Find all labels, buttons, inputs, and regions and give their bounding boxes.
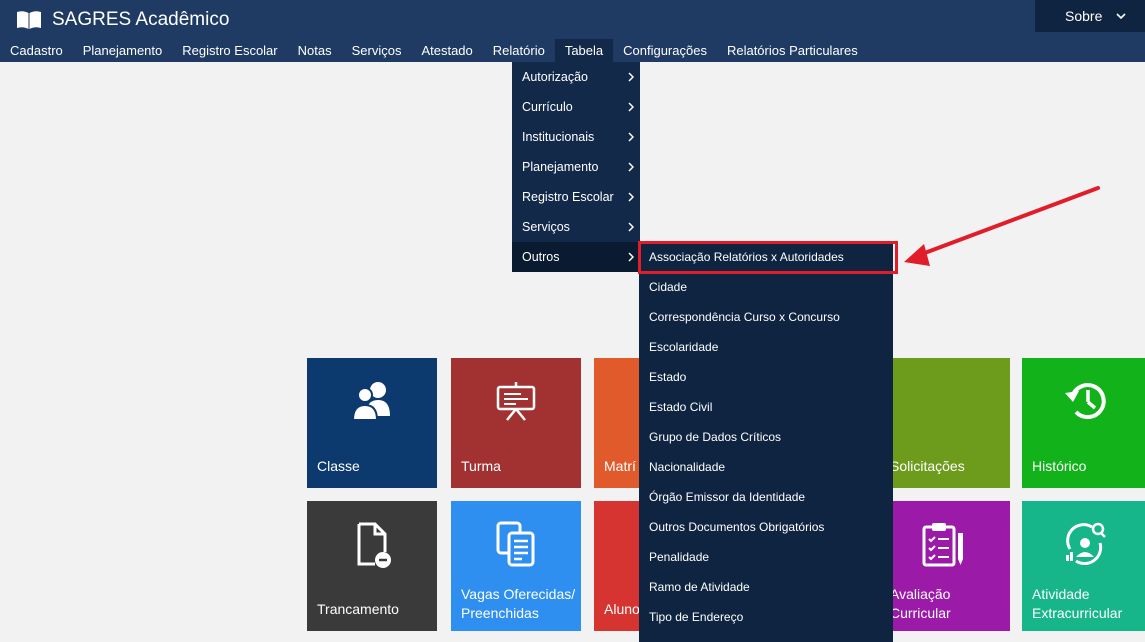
chevron-right-icon (628, 132, 634, 142)
tile-avaliacao-label: Avaliação Curricular (890, 586, 951, 621)
submenu-item-escolaridade[interactable]: Escolaridade (639, 332, 893, 362)
clipboard-checklist-icon (922, 523, 963, 567)
chevron-right-icon (628, 222, 634, 232)
tile-atividade-label: Atividade Extracurricular (1032, 586, 1123, 621)
presentation-board-icon (496, 382, 536, 421)
submenu-item-grupo-dados-criticos[interactable]: Grupo de Dados Críticos (639, 422, 893, 452)
submenu-item-associacao-relatorios[interactable]: Associação Relatórios x Autoridades (639, 242, 893, 272)
dropdown-item-institucionais[interactable]: Institucionais (512, 122, 640, 152)
main-menubar: Cadastro Planejamento Registro Escolar N… (0, 39, 868, 62)
brand[interactable]: SAGRES Acadêmico (16, 8, 229, 32)
chevron-down-icon (1116, 12, 1126, 19)
menu-atestado[interactable]: Atestado (411, 39, 482, 62)
copy-documents-icon (496, 521, 535, 567)
tile-atividade[interactable]: Atividade Extracurricular (1022, 501, 1145, 631)
tile-vagas-label: Vagas Oferecidas/ Preenchidas (461, 586, 576, 621)
chevron-right-icon (628, 162, 634, 172)
submenu-item-outros-documentos[interactable]: Outros Documentos Obrigatórios (639, 512, 893, 542)
menu-relatorio[interactable]: Relatório (483, 39, 555, 62)
submenu-item-correspondencia[interactable]: Correspondência Curso x Concurso (639, 302, 893, 332)
tile-classe-label: Classe (317, 458, 360, 474)
tabela-dropdown-menu: Autorização Currículo Institucionais Pla… (512, 62, 640, 272)
sobre-label: Sobre (1065, 8, 1103, 24)
dropdown-item-label: Planejamento (522, 160, 599, 174)
submenu-item-nacionalidade[interactable]: Nacionalidade (639, 452, 893, 482)
dropdown-item-autorizacao[interactable]: Autorização (512, 62, 640, 92)
chevron-right-icon (628, 252, 634, 262)
tile-aluno-label: Aluno (604, 601, 640, 617)
submenu-item-orgao-emissor[interactable]: Órgão Emissor da Identidade (639, 482, 893, 512)
dropdown-item-label: Institucionais (522, 130, 595, 144)
tile-trancamento-label: Trancamento (317, 601, 399, 617)
tile-solicitacoes[interactable]: Solicitações (880, 358, 1010, 488)
submenu-item-cidade[interactable]: Cidade (639, 272, 893, 302)
top-header: SAGRES Acadêmico Sobre Cadastro Planejam… (0, 0, 1145, 62)
network-search-icon (1066, 522, 1106, 566)
dropdown-item-servicos[interactable]: Serviços (512, 212, 640, 242)
submenu-item-ramo-atividade[interactable]: Ramo de Atividade (639, 572, 893, 602)
book-logo-icon (17, 11, 41, 29)
outros-submenu: Associação Relatórios x Autoridades Cida… (639, 242, 893, 642)
chevron-right-icon (628, 192, 634, 202)
chevron-right-icon (628, 72, 634, 82)
menu-tabela[interactable]: Tabela (554, 39, 614, 62)
submenu-item-estado[interactable]: Estado (639, 362, 893, 392)
menu-servicos[interactable]: Serviços (342, 39, 412, 62)
app-title: SAGRES Acadêmico (52, 9, 230, 30)
dropdown-item-label: Autorização (522, 70, 589, 84)
tile-turma[interactable]: Turma (451, 358, 581, 488)
menu-relatorios-particulares[interactable]: Relatórios Particulares (717, 39, 868, 62)
menu-cadastro[interactable]: Cadastro (0, 39, 73, 62)
dropdown-item-planejamento[interactable]: Planejamento (512, 152, 640, 182)
tile-classe[interactable]: Classe (307, 358, 437, 488)
dropdown-item-registro-escolar[interactable]: Registro Escolar (512, 182, 640, 212)
app-window: SAGRES Acadêmico Sobre Cadastro Planejam… (0, 0, 1145, 642)
menu-registro-escolar[interactable]: Registro Escolar (172, 39, 287, 62)
tile-historico-label: Histórico (1032, 458, 1087, 474)
menu-notas[interactable]: Notas (288, 39, 342, 62)
dropdown-item-label: Outros (522, 250, 560, 264)
tile-turma-label: Turma (461, 458, 501, 474)
dropdown-item-label: Serviços (522, 220, 570, 234)
tile-solicitacoes-label: Solicitações (890, 458, 965, 474)
dropdown-item-label: Currículo (522, 100, 573, 114)
tile-historico[interactable]: Histórico (1022, 358, 1145, 488)
sobre-button[interactable]: Sobre (1035, 0, 1145, 32)
chevron-right-icon (628, 102, 634, 112)
dropdown-item-label: Registro Escolar (522, 190, 614, 204)
submenu-item-tipo-endereco[interactable]: Tipo de Endereço (639, 602, 893, 632)
menu-configuracoes[interactable]: Configurações (613, 39, 717, 62)
tile-trancamento[interactable]: Trancamento (307, 501, 437, 631)
submenu-item-penalidade[interactable]: Penalidade (639, 542, 893, 572)
dropdown-item-outros[interactable]: Outros (512, 242, 640, 272)
tile-avaliacao[interactable]: Avaliação Curricular (880, 501, 1010, 631)
dropdown-item-curriculo[interactable]: Currículo (512, 92, 640, 122)
submenu-item-estado-civil[interactable]: Estado Civil (639, 392, 893, 422)
document-remove-icon (357, 522, 391, 568)
users-icon (351, 382, 390, 421)
menu-planejamento[interactable]: Planejamento (73, 39, 173, 62)
tile-vagas[interactable]: Vagas Oferecidas/ Preenchidas (451, 501, 581, 631)
history-clock-icon (1065, 383, 1106, 420)
tile-matricula-label: Matrí (604, 458, 636, 474)
